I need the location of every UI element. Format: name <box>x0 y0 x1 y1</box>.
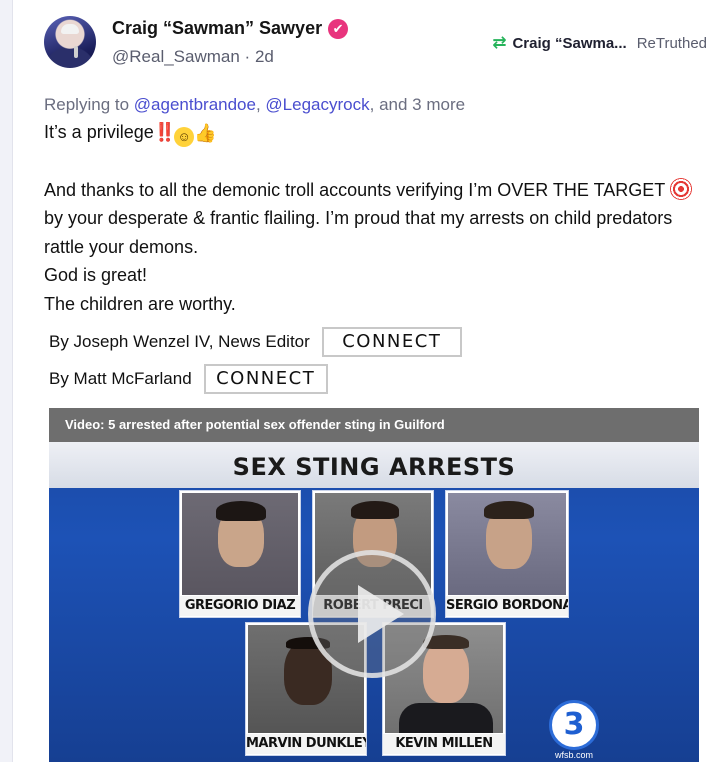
banner-headline: SEX STING ARRESTS <box>232 453 516 481</box>
video-title-bar[interactable]: Video: 5 arrested after potential sex of… <box>49 408 699 442</box>
mugshot-photo <box>448 493 566 595</box>
mugshot-card: GREGORIO DIAZ <box>179 490 301 618</box>
channel-3-logo: 3 <box>549 700 599 750</box>
avatar-microphone <box>74 46 78 58</box>
play-icon <box>358 585 404 643</box>
double-exclamation-icon: ‼️ <box>153 122 176 142</box>
target-text-a: And thanks to all the demonic troll acco… <box>44 179 670 200</box>
left-page-rule <box>0 0 13 762</box>
meta-separator: · <box>239 47 255 66</box>
channel-logo-url: wfsb.com <box>554 750 593 760</box>
mugshot-name: MARVIN DUNKLEY <box>246 734 366 754</box>
retruth-label: ReTruthed <box>636 34 707 52</box>
post-header: Craig “Sawman” Sawyer ✔ @Real_Sawman · 2… <box>44 16 707 76</box>
mention-agentbrandoe[interactable]: @agentbrandoe <box>134 95 256 114</box>
verified-badge-icon: ✔ <box>328 18 349 39</box>
mugshot-hair <box>216 501 266 521</box>
mention-comma: , <box>255 95 266 114</box>
mugshot-photo <box>182 493 298 595</box>
more-mentions[interactable]: , and 3 more <box>370 95 465 114</box>
video-embed[interactable]: Video: 5 arrested after potential sex of… <box>49 408 699 762</box>
mention-legacyrock[interactable]: @Legacyrock <box>265 95 369 114</box>
retruth-indicator[interactable]: ⇄ Craig “Sawma... ReTruthed <box>492 33 707 53</box>
byline-mcfarland: By Matt McFarland CONNECT <box>49 364 328 394</box>
mugshot-hair <box>351 501 399 519</box>
post-line-privilege: It’s a privilege‼️ ☺ 👍 <box>44 118 714 148</box>
mugshot-name: SERGIO BORDONARO <box>446 596 568 616</box>
video-frame[interactable]: SEX STING ARRESTS GREGORIO DIAZ ROBERT P… <box>49 442 699 762</box>
author-handle[interactable]: @Real_Sawman <box>112 47 240 66</box>
mugshot-name: GREGORIO DIAZ <box>180 596 300 616</box>
retruth-user-name[interactable]: Craig “Sawma... <box>512 35 626 52</box>
privilege-text: It’s a privilege <box>44 122 154 142</box>
author-name-text[interactable]: Craig “Sawman” Sawyer <box>112 18 322 39</box>
mugshot-face <box>423 641 469 703</box>
byline-text: By Matt McFarland <box>49 369 192 388</box>
avatar-hair <box>61 24 79 34</box>
post-line-children: The children are worthy. <box>44 293 236 314</box>
post-paragraph-target: And thanks to all the demonic troll acco… <box>44 176 714 262</box>
author-block: Craig “Sawman” Sawyer ✔ @Real_Sawman · 2… <box>112 18 349 67</box>
byline-text: By Joseph Wenzel IV, News Editor <box>49 332 310 351</box>
author-name[interactable]: Craig “Sawman” Sawyer ✔ <box>112 18 349 39</box>
mugshot-hair <box>484 501 534 519</box>
mugshot-shirt <box>399 703 493 733</box>
connect-button[interactable]: CONNECT <box>321 327 462 357</box>
mugshot-name: KEVIN MILLEN <box>383 734 505 754</box>
replying-to-prefix: Replying to <box>44 95 134 114</box>
thumbs-up-icon: 👍 <box>194 123 217 143</box>
author-avatar[interactable] <box>44 16 96 68</box>
retruth-icon: ⇄ <box>492 33 507 52</box>
post-body: It’s a privilege‼️ ☺ 👍 And thanks to all t… <box>44 118 714 318</box>
byline-wenzel: By Joseph Wenzel IV, News Editor CONNECT <box>49 327 462 357</box>
mugshot-card: SERGIO BORDONARO <box>445 490 569 618</box>
bullseye-target-icon <box>669 177 692 200</box>
replying-to-line: Replying to @agentbrandoe, @Legacyrock, … <box>44 95 465 115</box>
handle-line: @Real_Sawman · 2d <box>112 47 348 67</box>
news-banner: SEX STING ARRESTS <box>49 442 699 488</box>
connect-button[interactable]: CONNECT <box>203 364 328 394</box>
target-text-b: by your desperate & frantic flailing. I’… <box>44 208 673 257</box>
play-button[interactable] <box>308 550 436 678</box>
post-line-god: God is great! <box>44 265 148 285</box>
post-time[interactable]: 2d <box>255 47 274 66</box>
smiley-face-icon: ☺ <box>174 127 195 147</box>
